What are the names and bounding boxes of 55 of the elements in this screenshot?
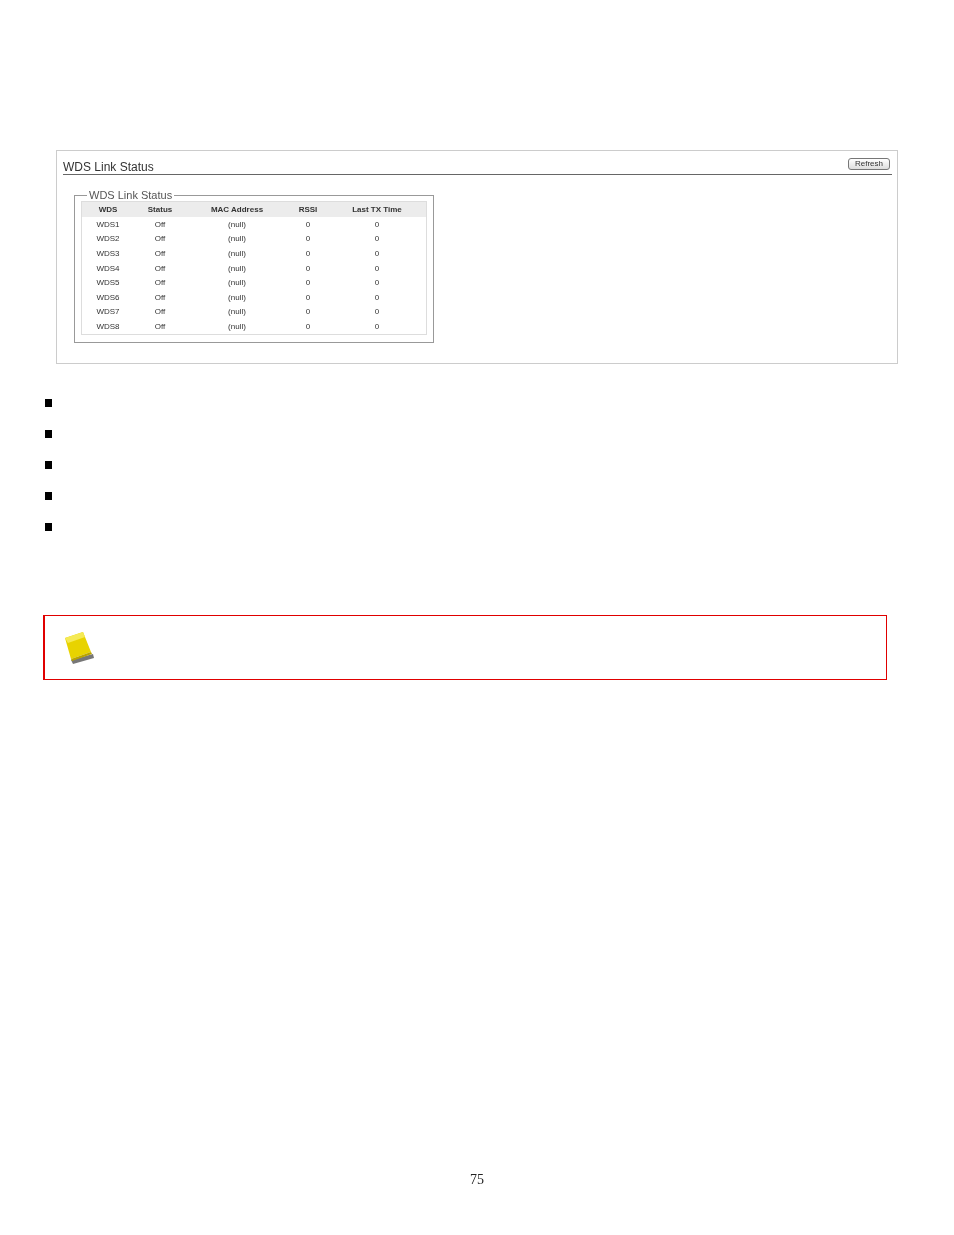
- bullet-icon: [45, 492, 52, 500]
- panel-title: WDS Link Status: [63, 159, 154, 174]
- refresh-button[interactable]: Refresh: [848, 158, 890, 170]
- table-cell: 0: [328, 319, 427, 335]
- column-header: MAC Address: [186, 201, 288, 217]
- table-cell: WDS4: [81, 260, 134, 276]
- column-header: Status: [134, 201, 186, 217]
- bullet-icon: [45, 461, 52, 469]
- table-cell: 0: [328, 275, 427, 290]
- table-cell-text: 0: [304, 248, 312, 260]
- table-cell: (null): [186, 217, 288, 232]
- page-number: 75: [469, 1172, 485, 1188]
- table-cell-text: Off: [153, 262, 167, 275]
- table-cell: WDS6: [81, 289, 134, 305]
- table-cell-text: (null): [227, 248, 247, 260]
- table-cell: 0: [328, 304, 427, 320]
- table-cell: 0: [328, 246, 427, 261]
- table-cell: 0: [328, 260, 427, 276]
- table-cell-text: (null): [227, 306, 247, 319]
- table-cell-text: 0: [304, 306, 312, 319]
- table-cell: WDS3: [81, 246, 134, 261]
- table-cell: Off: [134, 319, 186, 335]
- table-cell-text: (null): [227, 262, 247, 275]
- table-cell-text: (null): [227, 233, 247, 246]
- table-cell: WDS2: [81, 231, 134, 247]
- table-cell: WDS1: [81, 217, 134, 232]
- bullet-icon: [45, 430, 52, 438]
- table-cell: 0: [288, 217, 328, 232]
- table-cell: WDS5: [81, 275, 134, 290]
- column-header: RSSI: [288, 201, 328, 217]
- table-cell: WDS7: [81, 304, 134, 320]
- table-cell: (null): [186, 319, 288, 335]
- table-cell: 0: [328, 289, 427, 305]
- table-cell: 0: [328, 217, 427, 232]
- table-cell-text: 0: [304, 233, 312, 246]
- bullet-icon: [45, 399, 52, 407]
- bullet-icon: [45, 523, 52, 531]
- table-cell-text: Off: [153, 291, 167, 304]
- table-cell-text: Off: [153, 248, 167, 260]
- table-cell-text: 0: [304, 277, 312, 290]
- table-cell-text: (null): [227, 291, 247, 304]
- table-cell-text: Off: [153, 306, 167, 319]
- table-cell: 0: [328, 231, 427, 247]
- table-cell-text: Off: [153, 277, 167, 290]
- column-header: WDS: [81, 201, 134, 217]
- table-cell-text: Off: [153, 233, 167, 246]
- table-cell: WDS8: [81, 319, 134, 335]
- column-header: Last TX Time: [328, 201, 427, 217]
- table-cell-text: 0: [304, 291, 312, 304]
- table-cell: 0: [288, 319, 328, 335]
- group-legend: WDS Link Status: [87, 189, 175, 201]
- table-cell-text: 0: [304, 262, 312, 275]
- table-cell: Off: [134, 217, 186, 232]
- table-cell-text: (null): [227, 277, 247, 290]
- notepad-icon: [63, 631, 95, 666]
